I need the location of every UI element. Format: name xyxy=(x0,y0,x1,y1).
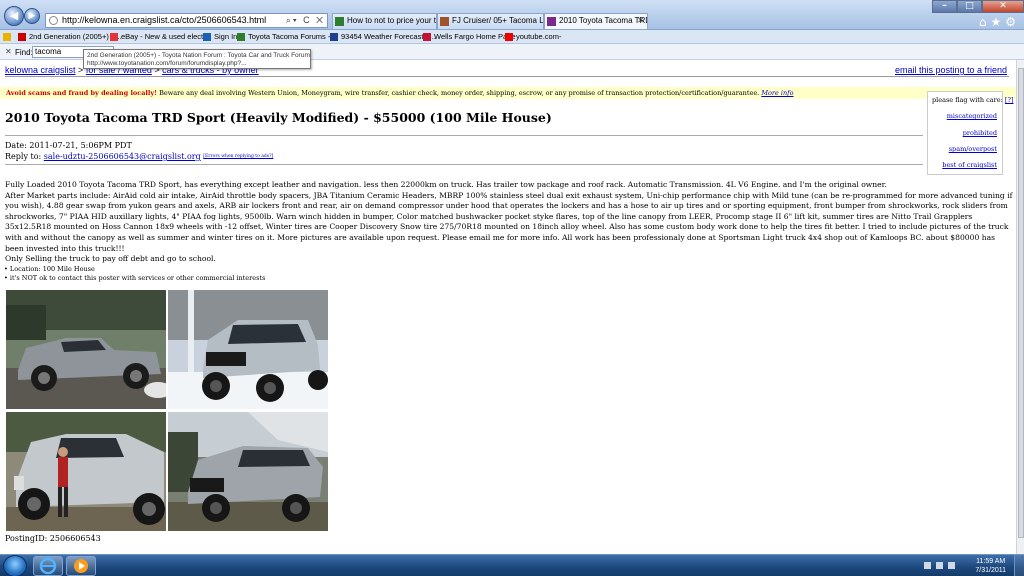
flag-heading: please flag with care: xyxy=(932,96,1003,104)
posting-title: 2010 Toyota Tacoma TRD Sport (Heavily Mo… xyxy=(5,110,552,125)
browser-tools: ⌂★⚙ xyxy=(979,15,1020,29)
system-tray: 11:59 AM 7/31/2011 xyxy=(924,555,1024,576)
home-icon[interactable]: ⌂ xyxy=(979,15,991,29)
flag-prohibited-link[interactable]: prohibited xyxy=(963,129,997,137)
flag-spam-link[interactable]: spam/overpost xyxy=(949,145,997,153)
tooltip-url: http://www.toyotanation.com/forum/forumd… xyxy=(87,60,247,67)
email-friend-link[interactable]: email this posting to a friend xyxy=(895,65,1007,75)
internet-explorer-icon[interactable] xyxy=(33,556,63,576)
clock-time: 11:59 AM xyxy=(976,558,1006,565)
media-player-icon[interactable] xyxy=(66,556,96,576)
more-info-link[interactable]: More info xyxy=(761,89,793,97)
clock-date: 7/31/2011 xyxy=(975,567,1006,574)
flag-box: please flag with care: [?] miscategorize… xyxy=(927,91,1013,175)
reply-errors-link[interactable]: [Errors when replying to ads?] xyxy=(203,154,273,159)
browser-titlebar: ◀ ▶ http://kelowna.en.craigslist.ca/cto/… xyxy=(0,0,1024,30)
no-contact-note: it's NOT ok to contact this poster with … xyxy=(4,274,265,283)
address-url: http://kelowna.en.craigslist.ca/cto/2506… xyxy=(62,15,267,25)
window-controls: – □ ✕ xyxy=(932,0,1024,14)
scrollbar-thumb[interactable] xyxy=(1018,68,1024,538)
favorites-star-icon[interactable]: ★ xyxy=(990,15,1005,29)
favorite-link[interactable]: Wells Fargo Home Page xyxy=(423,32,516,42)
tab-2[interactable]: FJ Cruiser/ 05+ Tacoma Long ... xyxy=(437,13,544,29)
close-window-button[interactable]: ✕ xyxy=(982,0,1024,13)
posting-notes: Location: 100 Mile House it's NOT ok to … xyxy=(4,265,265,283)
tab-1[interactable]: How to not to price your truck ... xyxy=(332,13,437,29)
divider xyxy=(5,135,923,136)
favorite-link[interactable]: Toyota Tacoma Forums - ... xyxy=(237,32,339,42)
reply-label: Reply to: xyxy=(5,152,42,161)
tooltip-title: 2nd Generation (2005+) - Toyota Nation F… xyxy=(87,52,311,59)
reply-email-link[interactable]: sale-udztu-2506606543@craigslist.org xyxy=(44,152,201,161)
breadcrumb-link-home[interactable]: kelowna craigslist xyxy=(5,65,76,75)
favorite-link[interactable]: 93454 Weather Forecast a... xyxy=(330,32,436,42)
favorite-link[interactable]: eBay - New & used electr... xyxy=(110,32,211,42)
flag-help-link[interactable]: [?] xyxy=(1005,96,1014,104)
posting-date: Date: 2011-07-21, 5:06PM PDT xyxy=(5,141,132,150)
tab-label: FJ Cruiser/ 05+ Tacoma Long ... xyxy=(452,16,544,25)
close-tab-icon[interactable]: ✕ xyxy=(637,14,644,28)
scam-warning-text: Beware any deal involving Western Union,… xyxy=(159,89,760,97)
divider xyxy=(5,76,1009,77)
scam-warning: Avoid scams and fraud by dealing locally… xyxy=(0,87,1016,99)
favorite-link[interactable]: youtube.com- xyxy=(505,32,561,42)
posting-id: PostingID: 2506606543 xyxy=(5,534,101,543)
minimize-button[interactable]: – xyxy=(932,0,957,13)
show-desktop-button[interactable] xyxy=(1014,555,1024,576)
start-button[interactable] xyxy=(3,555,27,576)
posting-meta: Date: 2011-07-21, 5:06PM PDT Reply to: s… xyxy=(5,140,273,162)
close-find-icon[interactable]: ✕ xyxy=(5,47,12,56)
body-paragraph: Only Selling the truck to pay off debt a… xyxy=(5,254,216,264)
maximize-button[interactable]: □ xyxy=(957,0,982,13)
volume-icon[interactable] xyxy=(948,562,955,569)
favorites-star-icon[interactable] xyxy=(3,32,13,42)
location-note: Location: 100 Mile House xyxy=(4,265,265,274)
favorites-bar: 2nd Generation (2005+) - ... eBay - New … xyxy=(0,30,1024,44)
favorite-label: Wells Fargo Home Page xyxy=(434,32,516,41)
tab-icon xyxy=(547,17,556,26)
network-icon[interactable] xyxy=(936,562,943,569)
favorite-label: youtube.com- xyxy=(516,32,562,41)
site-icon xyxy=(49,16,58,25)
address-bar[interactable]: http://kelowna.en.craigslist.ca/cto/2506… xyxy=(45,13,328,28)
tab-icon xyxy=(335,17,344,26)
gear-icon[interactable]: ⚙ xyxy=(1005,15,1020,29)
favorite-label: 2nd Generation (2005+) - ... xyxy=(29,32,122,41)
tab-label: 2010 Toyota Tacoma TRD S... xyxy=(559,16,647,25)
tab-icon xyxy=(440,17,449,26)
page-content: kelowna craigslist > for sale / wanted >… xyxy=(0,60,1016,554)
favorite-link[interactable]: 2nd Generation (2005+) - ... xyxy=(18,32,122,42)
truck-photo[interactable] xyxy=(168,412,328,531)
favorite-label: eBay - New & used electr... xyxy=(121,32,212,41)
truck-photo[interactable] xyxy=(168,290,328,409)
truck-photo[interactable] xyxy=(6,412,166,531)
flag-miscategorized-link[interactable]: miscategorized xyxy=(947,112,997,120)
find-label: Find: xyxy=(15,48,33,57)
favorite-label: Sign In xyxy=(214,32,238,41)
favorite-label: 93454 Weather Forecast a... xyxy=(341,32,436,41)
divider xyxy=(5,164,923,165)
tab-label: How to not to price your truck ... xyxy=(347,16,436,25)
body-paragraph: After Market parts include: AirAid cold … xyxy=(5,190,1013,253)
vertical-scrollbar[interactable] xyxy=(1016,60,1024,554)
favorite-label: Toyota Tacoma Forums - ... xyxy=(248,32,339,41)
address-controls[interactable]: ⌕▾ C ✕ xyxy=(286,14,325,27)
body-paragraph: Fully Loaded 2010 Toyota Tacoma TRD Spor… xyxy=(5,180,887,189)
tab-3-active[interactable]: 2010 Toyota Tacoma TRD S... ✕ xyxy=(544,13,648,29)
scam-warning-heading: Avoid scams and fraud by dealing locally… xyxy=(6,89,158,97)
truck-photo[interactable] xyxy=(6,290,166,409)
back-button[interactable]: ◀ xyxy=(4,6,24,26)
link-tooltip: 2nd Generation (2005+) - Toyota Nation F… xyxy=(83,49,311,69)
clock[interactable]: 11:59 AM 7/31/2011 xyxy=(975,557,1006,575)
posting-body: Fully Loaded 2010 Toyota Tacoma TRD Spor… xyxy=(5,180,1013,265)
flag-best-of-link[interactable]: best of craigslist xyxy=(942,161,997,169)
favorite-link[interactable]: Sign In xyxy=(203,32,237,42)
forward-button[interactable]: ▶ xyxy=(24,8,40,24)
taskbar: 11:59 AM 7/31/2011 xyxy=(0,554,1024,576)
flag-icon[interactable] xyxy=(924,562,931,569)
